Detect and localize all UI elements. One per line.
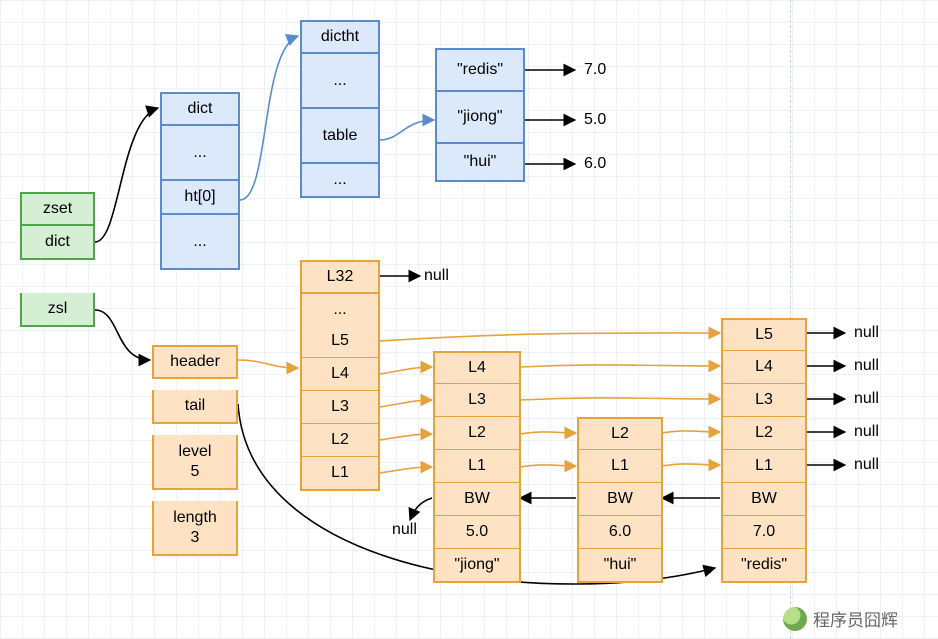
zset-dict-field: dict [20,226,95,260]
n2-score: 6.0 [577,516,663,550]
sl-hdr-l3: L3 [300,391,380,425]
n1-score: 5.0 [433,516,521,550]
entry-val-0: 7.0 [580,58,610,82]
n2-l2: L2 [577,417,663,451]
entry-key-0: "redis" [435,48,525,92]
watermark: 程序员囧辉 [783,606,898,631]
sl-hdr-dots: ... [300,294,380,328]
n3-l1: L1 [721,450,807,484]
n1-key: "jiong" [433,549,521,583]
sl-hdr-l4: L4 [300,358,380,392]
level-value: 5 [191,462,200,481]
n1-bw: BW [433,483,521,517]
zsl-level: level 5 [152,435,238,490]
dict-type: dict [160,92,240,126]
n3-l3: L3 [721,384,807,418]
dictht-dots1: ... [300,54,380,109]
dictht-dots2: ... [300,164,380,198]
level-label: level [179,442,212,461]
length-value: 3 [191,528,200,547]
entry-key-2: "hui" [435,144,525,182]
entry-key-1: "jiong" [435,92,525,144]
n1-l2: L2 [433,417,521,451]
n1-l4: L4 [433,351,521,385]
n3-l2-null: null [850,420,883,444]
n3-l4-null: null [850,354,883,378]
sl-hdr-l5: L5 [300,325,380,359]
n3-key: "redis" [721,549,807,583]
zset-title: zset [20,192,95,226]
sl-hdr-l32: L32 [300,260,380,294]
length-label: length [173,508,217,527]
n2-l1: L1 [577,450,663,484]
n3-bw: BW [721,483,807,517]
sl-hdr-l2: L2 [300,424,380,458]
zsl-tail: tail [152,390,238,424]
n1-l1: L1 [433,450,521,484]
n1-bw-null: null [388,518,421,542]
dictht-type: dictht [300,20,380,54]
dict-ht0: ht[0] [160,181,240,215]
entry-val-1: 5.0 [580,108,610,132]
n3-l5: L5 [721,318,807,352]
n3-l4: L4 [721,351,807,385]
dict-dots2: ... [160,215,240,270]
sl-hdr-l32-null: null [420,264,453,288]
sl-hdr-l1: L1 [300,457,380,491]
zset-zsl-field: zsl [20,293,95,327]
dictht-table: table [300,109,380,164]
n3-l1-null: null [850,453,883,477]
n2-bw: BW [577,483,663,517]
n3-score: 7.0 [721,516,807,550]
n1-l3: L3 [433,384,521,418]
n3-l3-null: null [850,387,883,411]
n3-l5-null: null [850,321,883,345]
entry-val-2: 6.0 [580,152,610,176]
dict-dots1: ... [160,126,240,181]
zsl-header: header [152,345,238,379]
watermark-text: 程序员囧辉 [813,606,898,631]
n3-l2: L2 [721,417,807,451]
wechat-icon [783,607,807,631]
zsl-length: length 3 [152,501,238,556]
n2-key: "hui" [577,549,663,583]
